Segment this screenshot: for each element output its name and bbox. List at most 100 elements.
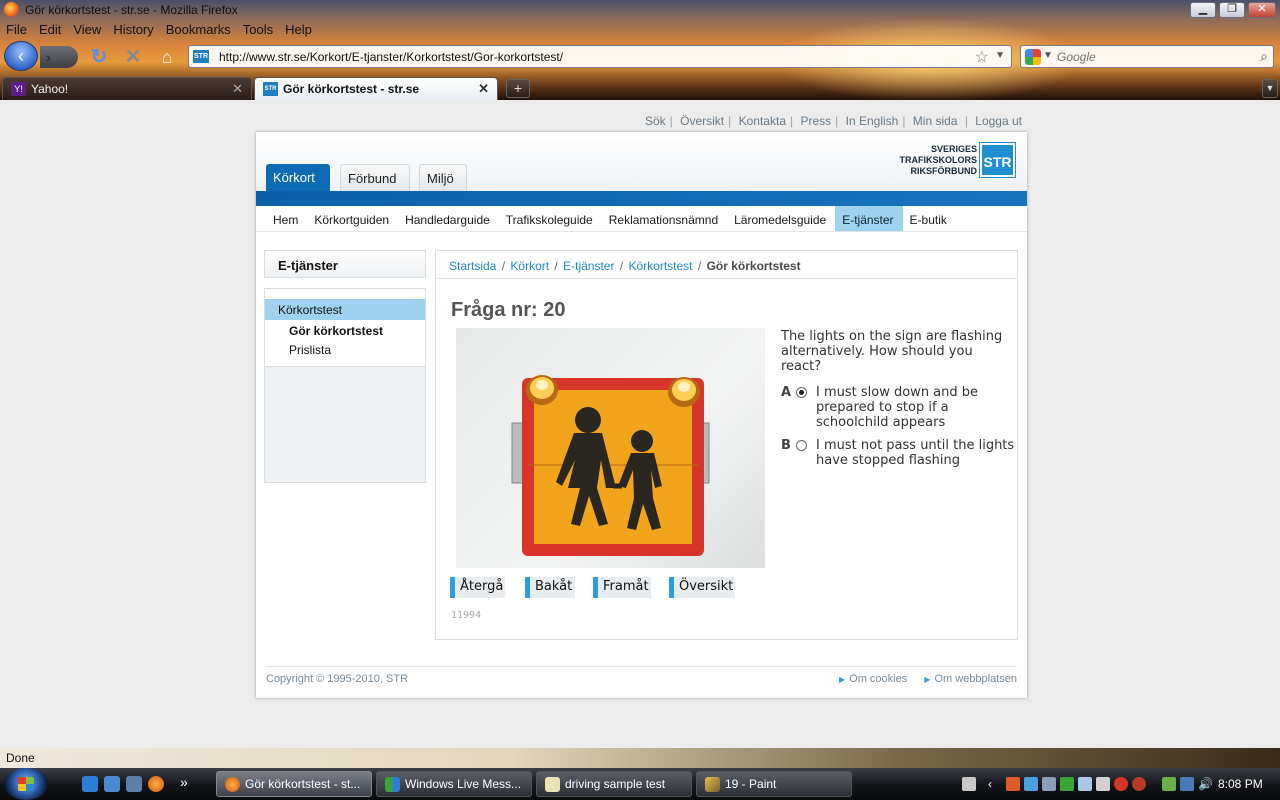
link-om-cookies[interactable]: ▶ Om cookies [839,673,907,685]
link-logga-ut[interactable]: Logga ut [975,114,1022,128]
link-min-sida[interactable]: Min sida [913,114,958,128]
url-text[interactable]: http://www.str.se/Korkort/E-tjanster/Kor… [219,50,563,64]
search-input[interactable] [1057,49,1247,65]
switch-windows-icon[interactable] [126,776,142,792]
main-tab-korkort[interactable]: Körkort [266,164,330,191]
crumb-korkort[interactable]: Körkort [510,259,549,273]
logo-mark: STR [979,142,1016,178]
close-window-button[interactable]: ✕ [1248,2,1276,18]
menu-view[interactable]: View [67,20,107,40]
taskbar-item-paint[interactable]: 19 - Paint [696,771,852,797]
subnav-hem[interactable]: Hem [266,206,307,231]
return-button[interactable]: Återgå [450,577,505,598]
tray-app-icon[interactable] [1024,777,1038,791]
link-in-english[interactable]: In English [846,114,899,128]
sidebar-item-prislista[interactable]: Prislista [289,343,331,357]
site-footer: Copyright © 1995-2010, STR ▶ Om cookies ▶… [266,666,1017,690]
subnav-handledarguide[interactable]: Handledarguide [398,206,499,231]
breadcrumb: Startsida / Körkort / E-tjänster / Körko… [436,251,1017,279]
tray-app-icon[interactable] [1132,777,1146,791]
tab-yahoo[interactable]: Y! Yahoo! ✕ [2,77,252,100]
subnav-trafikskoleguide[interactable]: Trafikskoleguide [499,206,602,231]
menu-file[interactable]: File [0,20,33,40]
sidebar-item-korkortstest[interactable]: Körkortstest [265,299,425,320]
link-sok[interactable]: Sök [645,114,666,128]
minimize-button[interactable]: ▁ [1190,2,1216,18]
main-tab-forbund[interactable]: Förbund [340,164,410,191]
back-button[interactable]: ‹ [4,41,38,71]
next-button[interactable]: Framåt [593,577,651,598]
bookmark-star-icon[interactable]: ☆ [975,47,989,67]
tab-close-icon[interactable]: ✕ [232,81,243,97]
menu-help[interactable]: Help [279,20,318,40]
quicklaunch-more-icon[interactable]: » [180,774,196,790]
start-button[interactable] [4,768,48,800]
keyboard-icon[interactable] [962,777,976,791]
link-oversikt[interactable]: Översikt [680,114,724,128]
address-bar[interactable]: STR http://www.str.se/Korkort/E-tjanster… [188,45,1012,68]
menu-bookmarks[interactable]: Bookmarks [160,20,237,40]
tray-app-icon[interactable] [1114,777,1128,791]
sidebar-item-gor-korkortstest[interactable]: Gör körkortstest [289,324,383,338]
crumb-korkortstest[interactable]: Körkortstest [629,259,693,273]
menu-tools[interactable]: Tools [237,20,279,40]
link-om-webbplatsen[interactable]: ▶ Om webbplatsen [924,673,1017,685]
answer-option-b[interactable]: B I must not pass until the lights have … [781,438,1014,470]
main-tab-miljo[interactable]: Miljö [419,164,467,191]
volume-icon[interactable]: 🔊 [1198,777,1213,791]
crumb-current: Gör körkortstest [706,259,801,273]
new-tab-button[interactable]: + [506,79,530,98]
safely-remove-icon[interactable] [1162,777,1176,791]
menu-history[interactable]: History [107,20,159,40]
stop-button[interactable]: ✕ [122,46,144,68]
clock[interactable]: 8:08 PM [1218,777,1263,791]
option-b-radio[interactable] [796,440,807,451]
previous-button[interactable]: Bakåt [525,577,575,598]
taskbar-item-firefox[interactable]: Gör körkortstest - st... [216,771,372,797]
subnav-korkortguiden[interactable]: Körkortguiden [307,206,398,231]
tray-app-icon[interactable] [1006,777,1020,791]
yahoo-favicon-icon: Y! [11,82,26,96]
subnav-e-butik[interactable]: E-butik [903,206,956,231]
list-all-tabs-button[interactable]: ▼ [1262,79,1278,98]
link-kontakta[interactable]: Kontakta [739,114,786,128]
firefox-quicklaunch-icon[interactable] [148,776,164,792]
stop-icon: ✕ [124,46,142,68]
taskbar-item-document[interactable]: driving sample test [536,771,692,797]
subnav-e-tjanster[interactable]: E-tjänster [835,206,903,231]
menu-edit[interactable]: Edit [33,20,67,40]
site-favicon-icon: STR [193,50,209,63]
messenger-tray-icon[interactable] [1060,777,1074,791]
option-a-radio[interactable] [796,387,807,398]
crumb-startsida[interactable]: Startsida [449,259,496,273]
answer-option-a[interactable]: A I must slow down and be prepared to st… [781,385,1011,431]
reload-button[interactable]: ↻ [88,46,110,68]
engine-dropdown-icon[interactable]: ▼ [1043,50,1053,61]
tray-app-icon[interactable] [1042,777,1056,791]
search-bar[interactable]: ▼ ⌕ [1020,45,1274,68]
footer-links: ▶ Om cookies ▶ Om webbplatsen [825,673,1017,685]
tab-str-active[interactable]: STR Gör körkortstest - str.se ✕ [254,77,498,100]
search-icon[interactable]: ⌕ [1260,48,1268,65]
header-band [256,191,1027,206]
subnav-laromedelsguide[interactable]: Läromedelsguide [727,206,835,231]
home-button[interactable]: ⌂ [156,46,178,68]
subnav-reklamationsnamnd[interactable]: Reklamationsnämnd [602,206,727,231]
ie-icon[interactable] [82,776,98,792]
crumb-e-tjanster[interactable]: E-tjänster [563,259,614,273]
tray-expand-icon[interactable]: ‹ [988,777,1002,791]
maximize-button[interactable]: ❐ [1219,2,1245,18]
str-logo[interactable]: SVERIGES TRAFIKSKOLORS RIKSFÖRBUND STR [891,142,1016,178]
tray-app-icon[interactable] [1096,777,1110,791]
overview-button[interactable]: Översikt [669,577,735,598]
link-press[interactable]: Press [800,114,831,128]
network-icon[interactable] [1180,777,1194,791]
tab-close-icon[interactable]: ✕ [478,81,489,97]
show-desktop-icon[interactable] [104,776,120,792]
google-engine-icon[interactable] [1025,49,1041,65]
tray-app-icon[interactable] [1078,777,1092,791]
forward-button[interactable]: › [40,46,78,68]
browser-chrome: Gör körkortstest - str.se - Mozilla Fire… [0,0,1280,100]
taskbar-item-messenger[interactable]: Windows Live Mess... [376,771,532,797]
history-dropdown-icon[interactable]: ▼ [995,50,1005,61]
